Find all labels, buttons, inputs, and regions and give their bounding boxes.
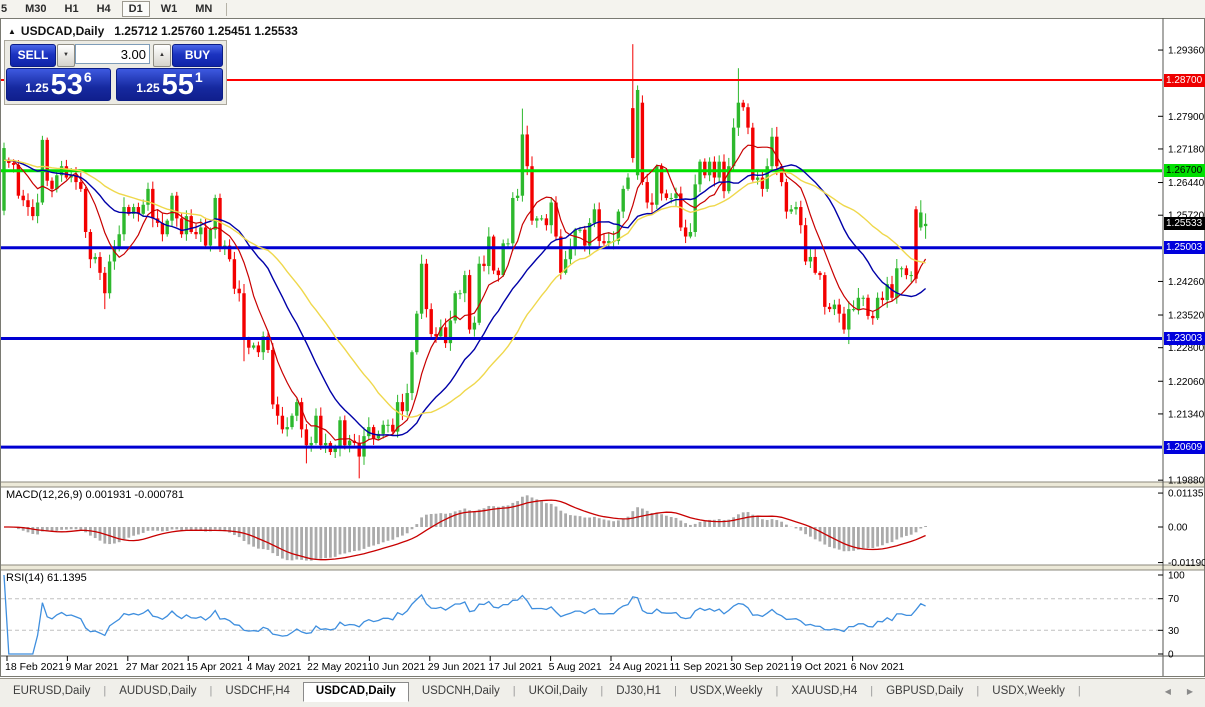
svg-text:27 Mar 2021: 27 Mar 2021 <box>126 661 185 673</box>
collapse-panel-icon[interactable]: ▲ <box>8 27 16 36</box>
tab-scroll-controls: ◀▶ <box>1165 682 1193 696</box>
toolbar-separator <box>226 3 227 16</box>
svg-text:30 Sep 2021: 30 Sep 2021 <box>730 661 790 673</box>
price-chart-canvas[interactable]: 1.293601.279001.271801.264401.257201.242… <box>0 18 1205 678</box>
svg-text:1.19880: 1.19880 <box>1168 476 1205 487</box>
tab-scroll-right-icon[interactable]: ▶ <box>1187 687 1193 696</box>
chart-tab-eurusd-daily[interactable]: EURUSD,Daily <box>0 682 103 701</box>
sell-price-display[interactable]: 1.25 53 6 <box>6 68 111 101</box>
timeframe-button-5[interactable]: 5 <box>0 1 14 17</box>
chart-tab-dj30-h1[interactable]: DJ30,H1 <box>603 682 674 701</box>
chart-tab-usdx-weekly[interactable]: USDX,Weekly <box>979 682 1078 701</box>
current-price-badge: 1.25533 <box>1164 217 1205 230</box>
level-price-badge: 1.28700 <box>1164 74 1205 87</box>
tab-separator: | <box>1078 682 1081 697</box>
timeframe-button-h1[interactable]: H1 <box>58 1 86 17</box>
timeframe-button-h4[interactable]: H4 <box>90 1 118 17</box>
chart-window: 1.293601.279001.271801.264401.257201.242… <box>0 18 1205 678</box>
svg-text:1.27900: 1.27900 <box>1168 112 1205 123</box>
level-price-badge: 1.23003 <box>1164 332 1205 345</box>
level-price-badge: 1.25003 <box>1164 241 1205 254</box>
svg-text:-0.01190: -0.01190 <box>1168 558 1205 569</box>
macd-indicator-label: MACD(12,26,9) 0.001931 -0.000781 <box>6 489 184 501</box>
caret-down-icon: ▼ <box>63 52 69 58</box>
volume-decrease-button[interactable]: ▼ <box>57 44 75 67</box>
svg-text:6 Nov 2021: 6 Nov 2021 <box>851 661 905 673</box>
svg-text:18 Feb 2021: 18 Feb 2021 <box>5 661 64 673</box>
svg-text:70: 70 <box>1168 594 1180 605</box>
svg-text:1.21340: 1.21340 <box>1168 409 1205 420</box>
sell-price-prefix: 1.25 <box>25 81 48 95</box>
chart-title: ▲ USDCAD,Daily 1.25712 1.25760 1.25451 1.2… <box>8 24 298 38</box>
chart-tab-bar: EURUSD,Daily|AUDUSD,Daily|USDCHF,H4USDCA… <box>0 678 1205 707</box>
buy-price-pip-digit: 1 <box>195 69 203 85</box>
chart-ohlc-values: 1.25712 1.25760 1.25451 1.25533 <box>114 24 298 38</box>
chart-tab-usdcad-daily-active[interactable]: USDCAD,Daily <box>303 682 409 702</box>
svg-text:1.22060: 1.22060 <box>1168 377 1205 388</box>
timeframe-button-w1[interactable]: W1 <box>154 1 185 17</box>
svg-text:0.00: 0.00 <box>1168 523 1188 534</box>
svg-text:24 Aug 2021: 24 Aug 2021 <box>609 661 668 673</box>
svg-text:10 Jun 2021: 10 Jun 2021 <box>367 661 425 673</box>
svg-text:1.23520: 1.23520 <box>1168 311 1205 322</box>
sell-price-pip-digit: 6 <box>84 69 92 85</box>
chart-tab-xauusd-h4[interactable]: XAUUSD,H4 <box>778 682 870 701</box>
svg-text:9 Mar 2021: 9 Mar 2021 <box>65 661 118 673</box>
level-price-badge: 1.26700 <box>1164 164 1205 177</box>
chart-symbol-period: USDCAD,Daily <box>21 24 104 38</box>
buy-price-big-digits: 55 <box>162 72 194 98</box>
svg-text:5 Aug 2021: 5 Aug 2021 <box>549 661 602 673</box>
svg-text:0.01135: 0.01135 <box>1168 489 1204 500</box>
svg-text:4 May 2021: 4 May 2021 <box>247 661 302 673</box>
sell-price-big-digits: 53 <box>51 72 83 98</box>
chart-tab-gbpusd-daily[interactable]: GBPUSD,Daily <box>873 682 976 701</box>
svg-text:100: 100 <box>1168 571 1185 582</box>
buy-price-display[interactable]: 1.25 55 1 <box>116 68 223 101</box>
caret-up-icon: ▲ <box>159 52 165 58</box>
timeframe-toolbar: 5M30 H1H4D1W1MN <box>0 0 1205 19</box>
svg-text:22 May 2021: 22 May 2021 <box>307 661 368 673</box>
chart-tab-audusd-daily[interactable]: AUDUSD,Daily <box>106 682 209 701</box>
level-price-badge: 1.20609 <box>1164 441 1205 454</box>
chart-tab-usdcnh-daily[interactable]: USDCNH,Daily <box>409 682 513 701</box>
chart-tab-ukoil-daily[interactable]: UKOil,Daily <box>516 682 601 701</box>
svg-text:11 Sep 2021: 11 Sep 2021 <box>669 661 728 673</box>
svg-text:1.27180: 1.27180 <box>1168 144 1205 155</box>
svg-text:1.26440: 1.26440 <box>1168 178 1205 189</box>
timeframe-button-m30[interactable]: M30 <box>18 1 53 17</box>
tab-scroll-left-icon[interactable]: ◀ <box>1165 687 1171 696</box>
timeframe-button-d1[interactable]: D1 <box>122 1 150 17</box>
sell-button[interactable]: SELL <box>10 44 56 67</box>
trading-platform-window: 5M30 H1H4D1W1MN 1.29360 1.27900 1.27180 1.26… <box>0 0 1205 707</box>
svg-text:0: 0 <box>1168 650 1174 661</box>
volume-increase-button[interactable]: ▲ <box>153 44 171 67</box>
svg-text:1.24260: 1.24260 <box>1168 277 1205 288</box>
timeframe-button-mn[interactable]: MN <box>188 1 219 17</box>
volume-input[interactable] <box>75 44 150 64</box>
svg-text:1.29360: 1.29360 <box>1168 46 1205 57</box>
svg-text:17 Jul 2021: 17 Jul 2021 <box>488 661 542 673</box>
chart-tab-usdchf-h4[interactable]: USDCHF,H4 <box>212 682 303 701</box>
svg-text:15 Apr 2021: 15 Apr 2021 <box>186 661 243 673</box>
one-click-trading-panel: SELL ▼ ▲ BUY 1.25 53 6 1.25 55 1 <box>4 40 227 105</box>
rsi-indicator-label: RSI(14) 61.1395 <box>6 572 87 584</box>
svg-text:30: 30 <box>1168 626 1180 637</box>
buy-button[interactable]: BUY <box>172 44 223 67</box>
svg-text:19 Oct 2021: 19 Oct 2021 <box>790 661 847 673</box>
svg-text:29 Jun 2021: 29 Jun 2021 <box>428 661 486 673</box>
buy-price-prefix: 1.25 <box>136 81 159 95</box>
chart-tab-usdx-weekly[interactable]: USDX,Weekly <box>677 682 776 701</box>
